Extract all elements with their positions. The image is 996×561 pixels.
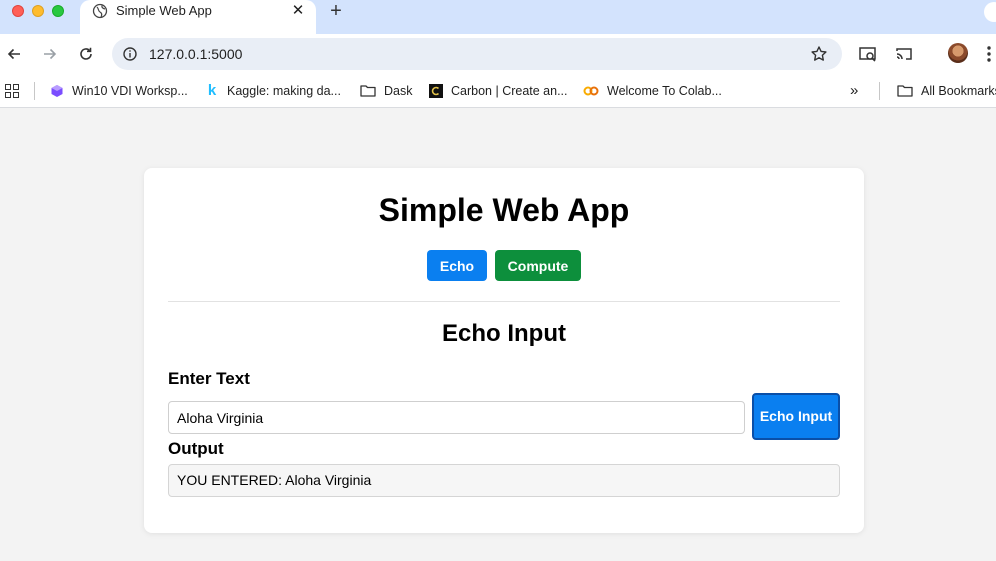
globe-icon (92, 3, 108, 19)
search-tabs-icon[interactable] (858, 44, 878, 64)
close-icon[interactable]: ✕ (290, 3, 306, 19)
bookmark-item[interactable]: k Kaggle: making da... (205, 83, 341, 99)
forward-button[interactable] (40, 44, 60, 64)
minimize-window-button[interactable] (32, 5, 44, 17)
bookmark-item[interactable]: Dask (360, 83, 412, 99)
all-bookmarks-button[interactable]: All Bookmarks (897, 83, 996, 99)
output-label: Output (168, 439, 224, 458)
close-window-button[interactable] (12, 5, 24, 17)
section-title: Echo Input (442, 320, 566, 347)
echo-nav-button[interactable]: Echo (427, 250, 487, 281)
chevron-double-right-icon[interactable]: » (850, 83, 858, 99)
folder-icon (360, 85, 376, 97)
browser-tab[interactable]: Simple Web App ✕ (80, 0, 316, 34)
carbon-icon (429, 84, 443, 98)
app-card: Simple Web App Echo Compute Echo Input E… (144, 168, 864, 533)
new-tab-button[interactable]: + (326, 1, 346, 22)
tab-title: Simple Web App (116, 3, 212, 18)
bookmarks-bar: Win10 VDI Worksp... k Kaggle: making da.… (0, 74, 996, 108)
input-label: Enter Text (168, 369, 250, 388)
page-title: Simple Web App (378, 192, 630, 228)
star-icon[interactable] (810, 45, 828, 63)
url-text: 127.0.0.1:5000 (149, 46, 243, 62)
cast-icon[interactable] (894, 44, 914, 64)
output-box: YOU ENTERED: Aloha Virginia (168, 464, 840, 497)
address-bar[interactable]: 127.0.0.1:5000 (112, 38, 842, 70)
arrow-right-icon (44, 48, 57, 60)
back-button[interactable] (4, 44, 24, 64)
more-vert-icon[interactable] (985, 44, 993, 64)
arrow-left-icon (7, 48, 20, 60)
reload-button[interactable] (76, 44, 96, 64)
folder-icon (897, 85, 913, 97)
divider (168, 301, 840, 302)
browser-toolbar: 127.0.0.1:5000 (0, 34, 996, 74)
avatar[interactable] (948, 43, 968, 63)
bookmark-item[interactable]: Win10 VDI Worksp... (50, 83, 188, 99)
text-input[interactable] (168, 401, 745, 434)
bookmark-separator (879, 82, 880, 100)
kaggle-icon: k (207, 82, 217, 99)
compute-nav-button[interactable]: Compute (495, 250, 581, 281)
colab-icon (583, 86, 599, 96)
bookmark-item[interactable]: Carbon | Create an... (429, 83, 568, 99)
gemini-icon[interactable] (984, 2, 996, 22)
apps-grid-icon[interactable] (5, 84, 19, 98)
tab-strip: Simple Web App ✕ + (0, 0, 996, 34)
echo-input-button[interactable]: Echo Input (752, 393, 840, 440)
bookmark-separator (34, 82, 35, 100)
reload-icon (80, 47, 92, 60)
maximize-window-button[interactable] (52, 5, 64, 17)
bookmark-item[interactable]: Welcome To Colab... (583, 83, 722, 99)
info-icon[interactable] (122, 46, 138, 62)
vdi-icon (51, 85, 63, 97)
